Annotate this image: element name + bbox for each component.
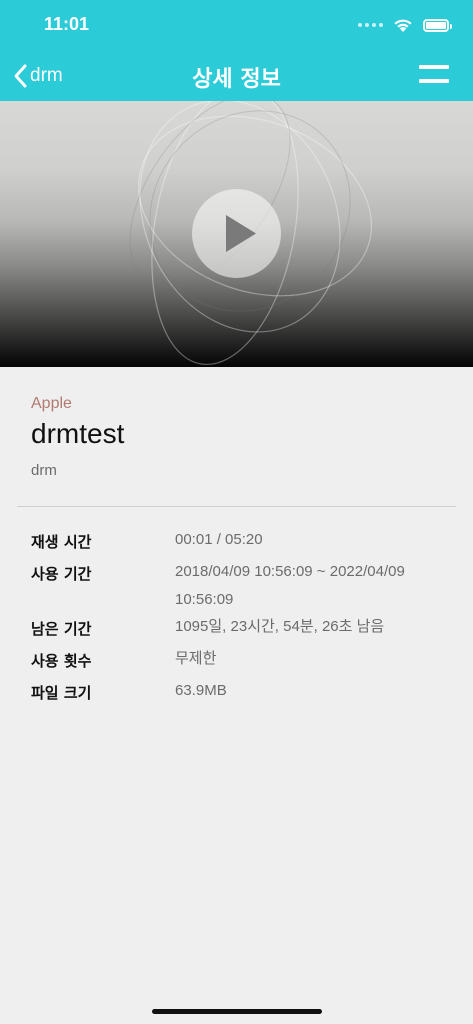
status-icons bbox=[358, 14, 452, 36]
detail-label: 재생 시간 bbox=[31, 533, 92, 551]
battery-icon bbox=[423, 18, 452, 32]
page-title: 상세 정보 bbox=[192, 67, 281, 92]
detail-label: 사용 기간 bbox=[31, 565, 92, 583]
content-vendor: Apple bbox=[31, 395, 72, 412]
play-icon bbox=[226, 215, 256, 252]
home-indicator[interactable] bbox=[152, 1009, 322, 1014]
detail-label: 남은 기간 bbox=[31, 620, 92, 638]
detail-value: 63.9MB bbox=[175, 682, 227, 699]
header-bar: 11:01 drm 상세 정보 bbox=[0, 0, 473, 101]
content-category: drm bbox=[31, 462, 57, 479]
video-player[interactable] bbox=[0, 101, 473, 367]
content-title: drmtest bbox=[31, 418, 125, 449]
wifi-icon bbox=[394, 19, 412, 32]
divider bbox=[17, 506, 456, 507]
status-time: 11:01 bbox=[44, 14, 90, 34]
cellular-signal-icon bbox=[358, 23, 383, 27]
detail-value: 1095일, 23시간, 54분, 26초 남음 bbox=[175, 618, 385, 635]
play-button[interactable] bbox=[192, 189, 281, 278]
detail-value: 00:01 / 05:20 bbox=[175, 531, 263, 548]
detail-label: 파일 크기 bbox=[31, 684, 92, 702]
detail-value: 2018/04/09 10:56:09 ~ 2022/04/09 10:56:0… bbox=[175, 563, 405, 608]
hamburger-icon[interactable] bbox=[419, 64, 449, 86]
detail-value: 무제한 bbox=[175, 650, 217, 667]
detail-screen: 11:01 drm 상세 정보 Apple drmtest drm 재생 시간 … bbox=[0, 0, 473, 1024]
detail-label: 사용 횟수 bbox=[31, 652, 92, 670]
